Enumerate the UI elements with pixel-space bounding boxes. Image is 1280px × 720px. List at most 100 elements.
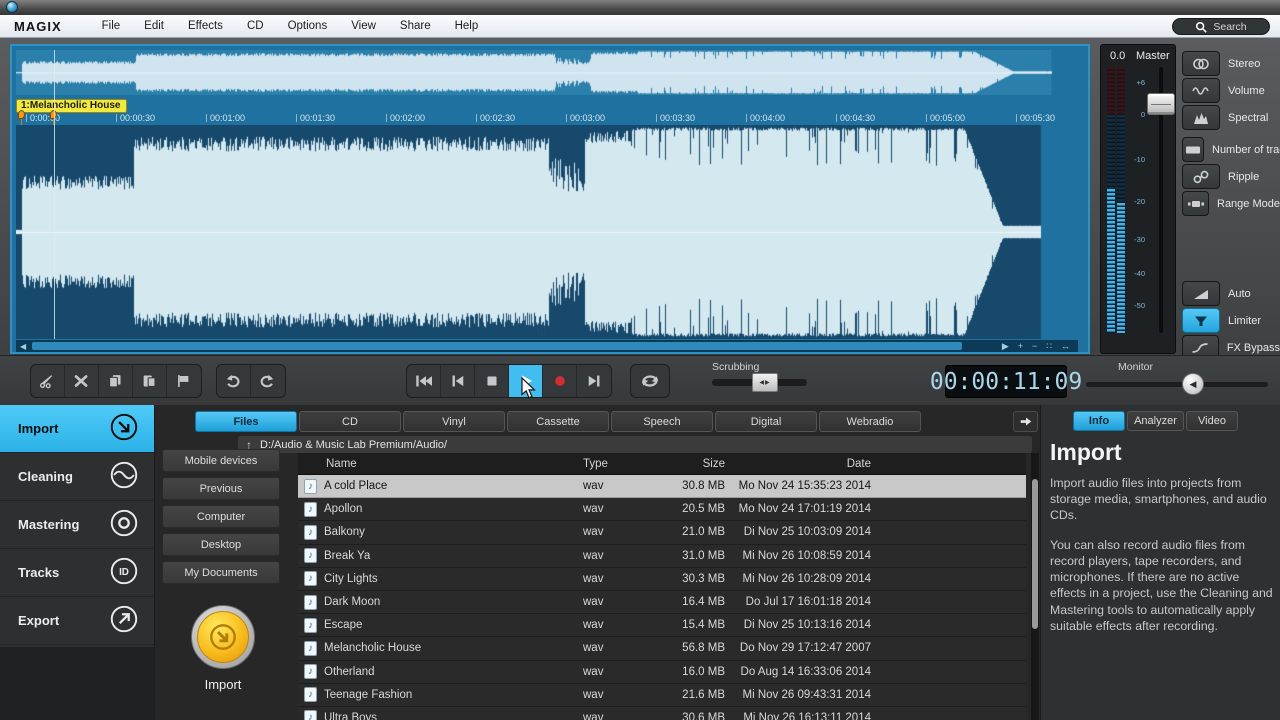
column-header-type[interactable]: Type (578, 458, 628, 470)
tab-files[interactable]: Files (195, 411, 297, 432)
marker-button[interactable] (167, 365, 201, 397)
scrubbing-slider[interactable]: ◀▶ (712, 379, 807, 386)
table-row[interactable]: ♪Dark Moonwav16.4 MBDo Jul 17 16:01:18 2… (298, 591, 1026, 614)
monitor-slider[interactable]: ◀ (1086, 382, 1268, 387)
auto-button[interactable] (1182, 281, 1220, 306)
stereo-button[interactable] (1182, 51, 1220, 76)
info-tab-info[interactable]: Info (1073, 411, 1125, 431)
menu-share[interactable]: Share (388, 17, 443, 35)
track-name-tag[interactable]: 1:Melancholic House (16, 99, 127, 113)
loop-button[interactable] (630, 364, 670, 398)
table-header[interactable]: NameTypeSizeDate (298, 453, 1026, 475)
table-scrollbar[interactable] (1031, 453, 1039, 720)
tab-cd[interactable]: CD (299, 411, 401, 432)
table-row[interactable]: ♪Escapewav15.4 MBDi Nov 25 10:13:16 2014 (298, 614, 1026, 637)
menu-effects[interactable]: Effects (176, 17, 235, 35)
stop-button[interactable] (475, 365, 509, 397)
ripple-button[interactable] (1182, 164, 1220, 189)
sidebar-item-import[interactable]: Import (0, 405, 154, 453)
scrollbar-thumb[interactable] (32, 342, 962, 350)
scrubbing-knob[interactable]: ◀▶ (752, 373, 778, 392)
sidebar-item-cleaning[interactable]: Cleaning (0, 453, 154, 501)
fx-label: Range Mode (1217, 198, 1280, 210)
table-row[interactable]: ♪City Lightswav30.3 MBMi Nov 26 10:28:09… (298, 568, 1026, 591)
timeline-tick: 00:00:30 (120, 113, 155, 123)
sidebar-item-export[interactable]: Export (0, 597, 154, 645)
menu-file[interactable]: File (90, 17, 133, 35)
scroll-right-icon[interactable]: ▶ (1002, 341, 1009, 352)
timeline-ruler[interactable]: 0:00:0000:00:3000:01:0000:01:3000:02:000… (16, 112, 1078, 125)
range-mode-button[interactable] (1182, 191, 1209, 216)
sidebar-item-mastering[interactable]: Mastering (0, 501, 154, 549)
next-button[interactable] (577, 365, 611, 397)
tab-speech[interactable]: Speech (611, 411, 713, 432)
quick-access-computer[interactable]: Computer (162, 505, 280, 528)
scroll-left-icon[interactable]: ◀ (16, 342, 30, 351)
menu-edit[interactable]: Edit (132, 17, 176, 35)
horizontal-scrollbar[interactable]: ◀ ▶ + − ∷ ↔ (16, 340, 1078, 352)
volume-button[interactable] (1182, 78, 1220, 103)
zoom-in-icon[interactable]: + (1018, 341, 1023, 352)
quick-access-desktop[interactable]: Desktop (162, 533, 280, 556)
sidebar-item-tracks[interactable]: TracksID (0, 549, 154, 597)
column-header-date[interactable]: Date (727, 458, 873, 470)
table-row[interactable]: ♪Apollonwav20.5 MBMo Nov 24 17:01:19 201… (298, 498, 1026, 521)
file-type: wav (578, 666, 628, 678)
waveform-overview[interactable] (16, 50, 1078, 95)
zoom-fit-icon[interactable]: ∷ (1046, 341, 1052, 352)
tab-digital[interactable]: Digital (715, 411, 817, 432)
cut-button[interactable] (31, 365, 65, 397)
redo-button[interactable] (251, 365, 285, 397)
waveform-main[interactable] (16, 125, 1078, 339)
table-row[interactable]: ♪Ultra Boyswav30.6 MBMi Nov 26 16:13:11 … (298, 707, 1026, 720)
quick-access-previous[interactable]: Previous (162, 477, 280, 500)
undo-button[interactable] (217, 365, 251, 397)
column-header-size[interactable]: Size (628, 458, 727, 470)
record-button[interactable] (543, 365, 577, 397)
wave-editor-panel[interactable]: 1:Melancholic House 0:00:0000:00:3000:01… (10, 44, 1090, 354)
number-of-tracks-button[interactable] (1182, 137, 1204, 162)
delete-button[interactable] (65, 365, 99, 397)
monitor-knob[interactable]: ◀ (1182, 373, 1204, 395)
table-row[interactable]: ♪Break Yawav31.0 MBMi Nov 26 10:08:59 20… (298, 545, 1026, 568)
tab-vinyl[interactable]: Vinyl (403, 411, 505, 432)
search-input[interactable]: Search (1172, 18, 1270, 35)
column-header-name[interactable]: Name (324, 458, 578, 470)
quick-access-mobile-devices[interactable]: Mobile devices (162, 449, 280, 472)
gear-icon[interactable]: ⚙ (535, 322, 548, 340)
zoom-out-icon[interactable]: − (1032, 341, 1037, 352)
limiter-button[interactable] (1182, 308, 1220, 333)
table-row[interactable]: ♪Balkonywav21.0 MBDi Nov 25 10:03:09 201… (298, 521, 1026, 544)
export-icon (108, 603, 140, 638)
menu-cd[interactable]: CD (235, 17, 276, 35)
fx-row: Spectral (1182, 104, 1280, 131)
menu-options[interactable]: Options (276, 17, 340, 35)
file-type: wav (578, 619, 628, 631)
table-scrollbar-thumb[interactable] (1032, 479, 1038, 629)
master-fader-knob[interactable] (1147, 93, 1175, 115)
quick-access-my-documents[interactable]: My Documents (162, 561, 280, 584)
tab-webradio[interactable]: Webradio (819, 411, 921, 432)
audio-file-icon: ♪ (304, 641, 317, 656)
level-meter-left (1107, 67, 1115, 333)
info-tab-analyzer[interactable]: Analyzer (1127, 411, 1184, 431)
table-row[interactable]: ♪A cold Placewav30.8 MBMo Nov 24 15:35:2… (298, 475, 1026, 498)
meter-scale: +60-10-20-30-40-50 (1127, 67, 1145, 333)
table-row[interactable]: ♪Melancholic Housewav56.8 MBDo Nov 29 17… (298, 637, 1026, 660)
copy-button[interactable] (99, 365, 133, 397)
table-row[interactable]: ♪Teenage Fashionwav21.6 MBMi Nov 26 09:4… (298, 684, 1026, 707)
info-tab-video[interactable]: Video (1186, 411, 1238, 431)
previous-button[interactable] (441, 365, 475, 397)
table-row[interactable]: ♪Otherlandwav16.0 MBDo Aug 14 16:33:06 2… (298, 661, 1026, 684)
timeline-marker[interactable] (18, 110, 25, 119)
tab-cassette[interactable]: Cassette (507, 411, 609, 432)
zoom-range-icon[interactable]: ↔ (1061, 341, 1070, 352)
tab-overflow-button[interactable] (1013, 411, 1038, 432)
menu-view[interactable]: View (339, 17, 388, 35)
spectral-button[interactable] (1182, 105, 1220, 130)
skip-to-start-button[interactable] (407, 365, 441, 397)
paste-button[interactable] (133, 365, 167, 397)
menu-help[interactable]: Help (443, 17, 491, 35)
import-button[interactable] (191, 605, 255, 669)
path-bar[interactable]: ↑ D:/Audio & Music Lab Premium/Audio/ (238, 436, 1032, 453)
